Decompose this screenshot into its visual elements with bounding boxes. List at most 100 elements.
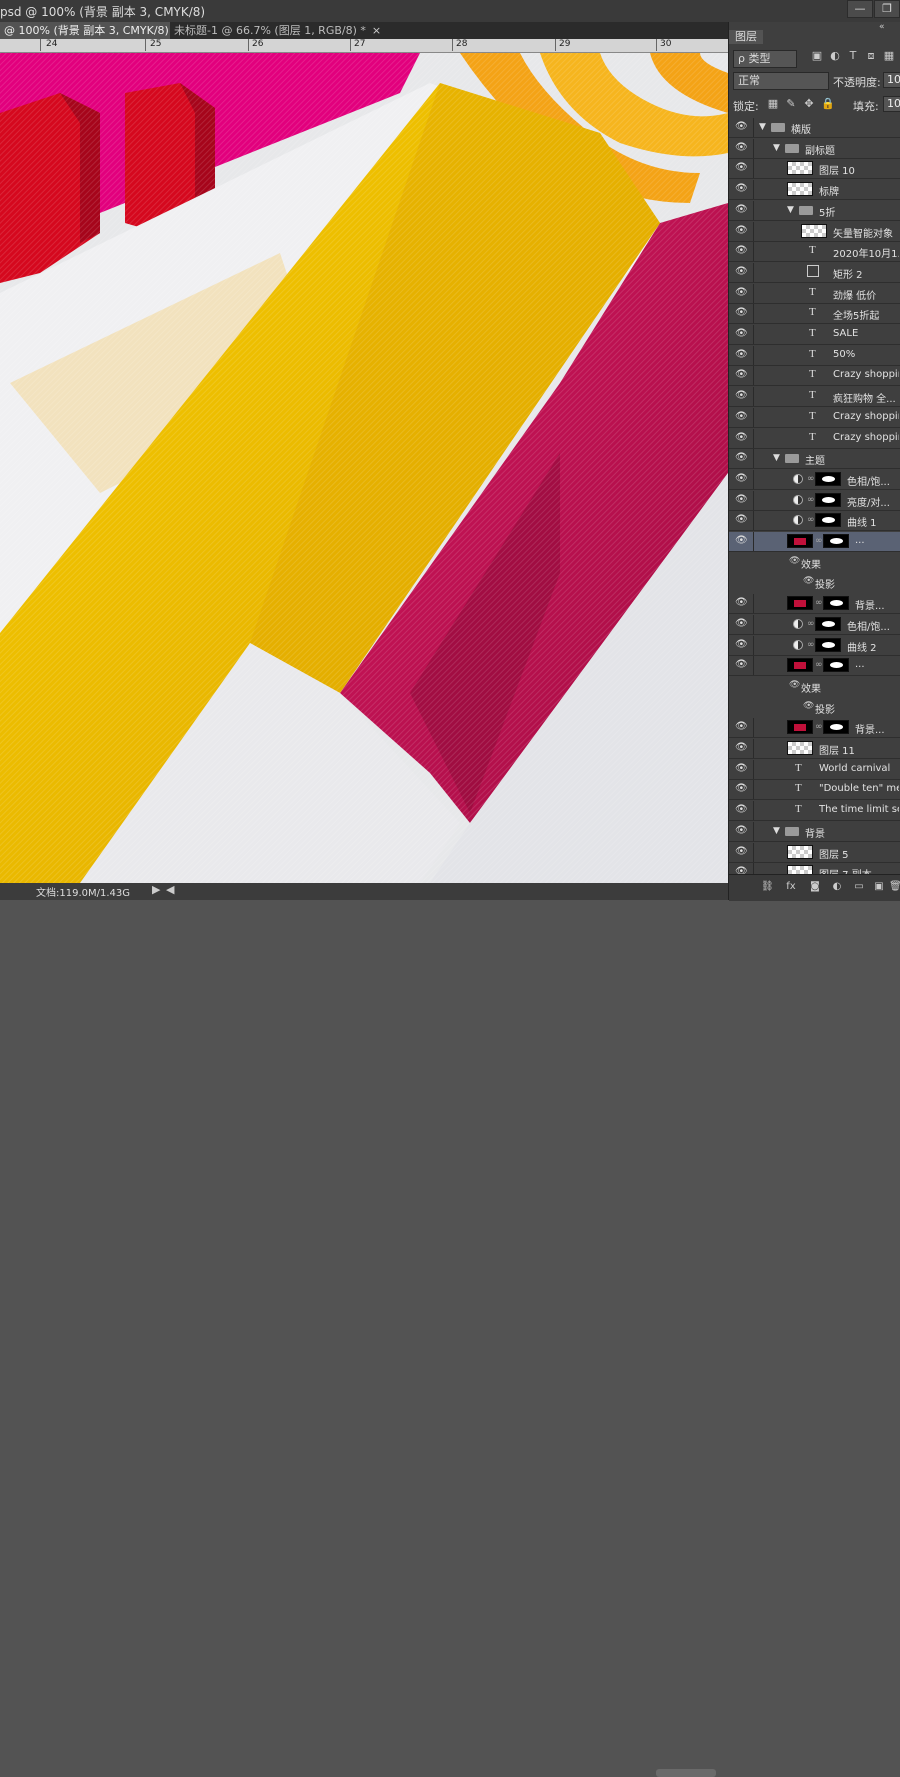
visibility-eye-icon[interactable]: 👁 bbox=[735, 184, 748, 194]
visibility-eye-icon[interactable]: 👁 bbox=[735, 618, 748, 629]
link-icon[interactable]: ⛓ bbox=[761, 881, 774, 893]
tab-untitled-document[interactable]: 未标题-1 @ 66.7% (图层 1, RGB/8) * × bbox=[170, 22, 381, 39]
layer-group-row[interactable]: 👁 ▼ 副标题 bbox=[729, 138, 900, 159]
layer-row[interactable]: 👁 图层 5 bbox=[729, 842, 900, 863]
horizontal-scrollbar[interactable] bbox=[656, 1769, 716, 1777]
visibility-eye-icon[interactable]: 👁 bbox=[735, 825, 748, 836]
layer-row[interactable]: 👁 T 疯狂购物 全... bbox=[729, 387, 900, 408]
blend-mode-select[interactable]: 正常 bbox=[733, 72, 829, 90]
layer-row[interactable]: 👁 T 全场5折起 bbox=[729, 304, 900, 325]
layer-row[interactable]: 👁 T Crazy shopping bbox=[729, 366, 900, 387]
layer-row[interactable]: 👁 ∞ 色相/饱... bbox=[729, 469, 900, 490]
layer-row[interactable]: 👁 ∞ 亮度/对... bbox=[729, 490, 900, 511]
tab-layers[interactable]: 图层 bbox=[729, 30, 763, 44]
layer-group-row[interactable]: 👁 ▼ 背景 bbox=[729, 821, 900, 842]
opacity-input[interactable]: 100 bbox=[883, 72, 900, 88]
layer-row[interactable]: 👁 T 劲爆 低价 bbox=[729, 283, 900, 304]
layer-row[interactable]: 👁 T 2020年10月1... bbox=[729, 242, 900, 263]
layer-row[interactable]: 👁 矩形 2 bbox=[729, 262, 900, 283]
visibility-eye-icon[interactable]: 👁 bbox=[735, 515, 748, 525]
layer-row[interactable]: 👁 矢量智能对象 bbox=[729, 221, 900, 242]
visibility-eye-icon[interactable]: 👁 bbox=[735, 349, 748, 360]
layer-row[interactable]: 👁 图层 10 bbox=[729, 159, 900, 180]
layer-row[interactable]: 👁 标牌 bbox=[729, 180, 900, 201]
smart-filter-icon[interactable]: ▦ bbox=[883, 50, 895, 62]
layer-row[interactable]: 👁 T Crazy shopping bbox=[729, 428, 900, 449]
mask-link-icon[interactable]: ∞ bbox=[807, 619, 815, 629]
adjustment-icon[interactable]: ◐ bbox=[831, 881, 843, 893]
scroll-left-arrow-icon[interactable]: ◀ bbox=[166, 883, 174, 896]
visibility-eye-icon[interactable]: 👁 bbox=[735, 308, 748, 318]
image-filter-icon[interactable]: ▣ bbox=[811, 50, 823, 62]
layer-mask-thumbnail[interactable] bbox=[815, 513, 841, 528]
trash-icon[interactable]: 🗑 bbox=[889, 881, 900, 893]
visibility-eye-icon[interactable]: 👁 bbox=[735, 163, 748, 173]
layer-row[interactable]: 👁 ∞ 曲线 2 bbox=[729, 635, 900, 656]
mask-link-icon[interactable]: ∞ bbox=[815, 722, 823, 732]
panel-collapse-icon[interactable]: « bbox=[879, 22, 885, 32]
effect-visibility-icon[interactable]: 👁 bbox=[803, 701, 814, 711]
visibility-eye-icon[interactable]: 👁 bbox=[735, 722, 748, 732]
layer-mask-thumbnail[interactable] bbox=[823, 720, 849, 735]
mask-link-icon[interactable]: ∞ bbox=[815, 660, 823, 670]
visibility-eye-icon[interactable]: 👁 bbox=[735, 142, 748, 153]
visibility-eye-icon[interactable]: 👁 bbox=[735, 598, 748, 608]
mask-link-icon[interactable]: ∞ bbox=[815, 598, 823, 608]
visibility-eye-icon[interactable]: 👁 bbox=[735, 204, 748, 215]
visibility-eye-icon[interactable]: 👁 bbox=[735, 432, 748, 443]
mask-link-icon[interactable]: ∞ bbox=[807, 640, 815, 650]
visibility-eye-icon[interactable]: 👁 bbox=[735, 266, 748, 277]
minimize-button[interactable]: — bbox=[847, 0, 873, 18]
adjustment-filter-icon[interactable]: ◐ bbox=[829, 50, 841, 62]
visibility-eye-icon[interactable]: 👁 bbox=[735, 867, 748, 874]
tab-active-document[interactable]: @ 100% (背景 副本 3, CMYK/8)× bbox=[0, 22, 184, 39]
visibility-eye-icon[interactable]: 👁 bbox=[735, 846, 748, 857]
visibility-eye-icon[interactable]: 👁 bbox=[735, 122, 748, 132]
layer-row[interactable]: 👁 T SALE bbox=[729, 325, 900, 345]
layer-row[interactable]: 👁 ∞ 色相/饱... bbox=[729, 614, 900, 635]
fill-input[interactable]: 100 bbox=[883, 96, 900, 112]
visibility-eye-icon[interactable]: 👁 bbox=[735, 743, 748, 753]
mask-link-icon[interactable]: ∞ bbox=[815, 536, 823, 546]
layer-row[interactable]: 👁 T World carnival bbox=[729, 759, 900, 780]
visibility-eye-icon[interactable]: 👁 bbox=[735, 411, 748, 422]
layer-mask-thumbnail[interactable] bbox=[823, 596, 849, 611]
fx-icon[interactable]: fx bbox=[785, 881, 797, 893]
layer-row[interactable]: 👁 T The time limit set l bbox=[729, 801, 900, 822]
mask-link-icon[interactable]: ∞ bbox=[807, 515, 815, 525]
visibility-eye-icon[interactable]: 👁 bbox=[735, 287, 748, 298]
lock-move-icon[interactable]: ✥ bbox=[803, 98, 815, 110]
layer-row[interactable]: 👁 ∞... bbox=[729, 656, 900, 677]
layer-effect-row[interactable]: 👁 投影 bbox=[729, 698, 900, 718]
visibility-eye-icon[interactable]: 👁 bbox=[735, 784, 748, 794]
layer-row[interactable]: 👁 T 50% bbox=[729, 345, 900, 366]
layer-mask-thumbnail[interactable] bbox=[815, 616, 841, 631]
type-filter-icon[interactable]: T bbox=[847, 50, 859, 62]
visibility-eye-icon[interactable]: 👁 bbox=[735, 473, 748, 484]
layer-group-row[interactable]: 👁 ▼ 5折 bbox=[729, 200, 900, 221]
expand-arrow-icon[interactable]: ▼ bbox=[773, 453, 780, 463]
visibility-eye-icon[interactable]: 👁 bbox=[735, 370, 748, 380]
layer-row[interactable]: 👁 图层 11 bbox=[729, 739, 900, 759]
layer-mask-thumbnail[interactable] bbox=[815, 637, 841, 652]
layer-effect-row[interactable]: 👁 投影 bbox=[729, 573, 900, 593]
expand-arrow-icon[interactable]: ▼ bbox=[773, 143, 780, 153]
effect-visibility-icon[interactable]: 👁 bbox=[803, 576, 814, 586]
layer-row[interactable]: 👁 ∞ 曲线 1 bbox=[729, 511, 900, 532]
document-canvas[interactable] bbox=[0, 53, 728, 883]
visibility-eye-icon[interactable]: 👁 bbox=[735, 329, 748, 339]
status-menu-arrow-icon[interactable]: ▶ bbox=[152, 883, 160, 896]
lock-transparent-icon[interactable]: ▦ bbox=[767, 98, 779, 110]
lock-paint-icon[interactable]: ✎ bbox=[785, 98, 797, 110]
mask-link-icon[interactable]: ∞ bbox=[807, 474, 815, 484]
layer-row[interactable]: 👁 ∞... bbox=[729, 532, 900, 552]
layer-row[interactable]: 👁 图层 7 副本 bbox=[729, 863, 900, 874]
layer-row[interactable]: 👁 ∞ 背景... bbox=[729, 594, 900, 615]
visibility-eye-icon[interactable]: 👁 bbox=[735, 391, 748, 401]
layer-effect-row[interactable]: 👁 效果 bbox=[729, 677, 900, 697]
folder-icon[interactable]: ▭ bbox=[853, 881, 865, 893]
shape-filter-icon[interactable]: ⧈ bbox=[865, 50, 877, 62]
horizontal-ruler[interactable]: 24 25 26 27 28 29 30 bbox=[0, 39, 728, 53]
layer-group-row[interactable]: 👁 ▼ 主题 bbox=[729, 449, 900, 470]
layer-effect-row[interactable]: 👁 效果 bbox=[729, 553, 900, 573]
